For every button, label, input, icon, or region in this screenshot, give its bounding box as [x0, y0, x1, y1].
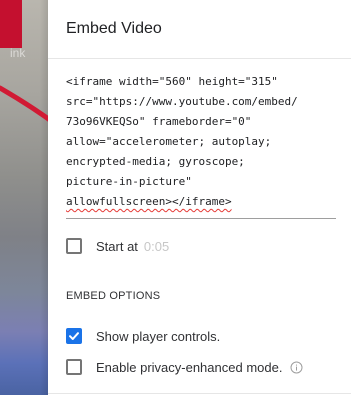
start-at-checkbox[interactable] [66, 238, 82, 254]
start-at-label: Start at [96, 238, 138, 254]
embed-code-textarea[interactable]: <iframe width="560" height="315" src="htt… [66, 72, 336, 212]
start-at-row[interactable]: Start at 0:05 [66, 234, 169, 258]
show-controls-row[interactable]: Show player controls. [66, 324, 220, 348]
code-line: src="https://www.youtube.com/embed/ [66, 95, 298, 108]
privacy-mode-label: Enable privacy-enhanced mode. [96, 359, 283, 375]
privacy-mode-checkbox[interactable] [66, 359, 82, 375]
dialog-title: Embed Video [66, 20, 162, 37]
show-controls-checkbox[interactable] [66, 328, 82, 344]
embed-options-heading: EMBED OPTIONS [66, 290, 161, 302]
code-field-underline [66, 218, 336, 219]
code-line: encrypted-media; gyroscope; [66, 155, 245, 168]
embed-video-dialog: Embed Video <iframe width="560" height="… [48, 0, 351, 395]
title-divider [48, 58, 351, 59]
code-line: 73o96VKEQSo" frameborder="0" [66, 115, 252, 128]
bottom-divider [48, 393, 351, 394]
info-icon[interactable] [290, 361, 303, 374]
start-at-time[interactable]: 0:05 [144, 239, 169, 254]
show-controls-label: Show player controls. [96, 328, 221, 344]
code-line: allow="accelerometer; autoplay; [66, 135, 272, 148]
checkmark-icon [69, 332, 79, 340]
privacy-mode-row[interactable]: Enable privacy-enhanced mode. [66, 355, 303, 379]
code-line: <iframe width="560" height="315" [66, 75, 278, 88]
code-line: allowfullscreen></iframe> [66, 195, 232, 208]
code-line: picture-in-picture" [66, 175, 192, 188]
